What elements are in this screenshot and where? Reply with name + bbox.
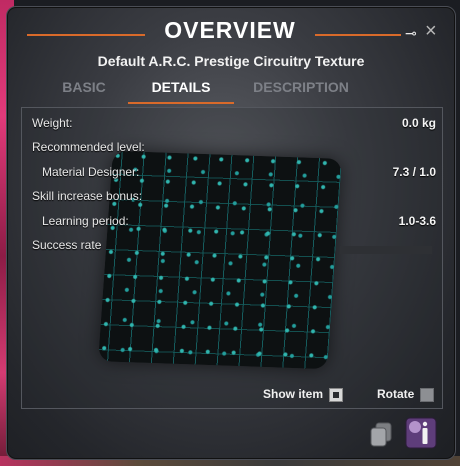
tab-description[interactable]: DESCRIPTION (245, 79, 357, 95)
show-item-checkbox[interactable] (329, 387, 344, 402)
title-accent-line-left (27, 34, 145, 36)
success-rate-bar (340, 246, 432, 254)
learning-period-label: Learning period: (42, 214, 129, 228)
skill-increase-label: Skill increase bonus: (32, 189, 143, 203)
material-designer-value: 7.3 / 1.0 (392, 165, 436, 179)
learning-period-row: Learning period: 1.0-3.6 (22, 214, 442, 234)
tab-bar: BASIC DETAILS DESCRIPTION (7, 79, 455, 105)
title-bar[interactable]: OVERVIEW ⊸ × (7, 17, 455, 51)
recommended-level-row: Recommended level: (22, 140, 442, 160)
item-name: Default A.R.C. Prestige Circuitry Textur… (97, 53, 365, 69)
show-item-control[interactable]: Show item (263, 387, 344, 405)
info-icon[interactable] (405, 417, 437, 449)
overview-window: OVERVIEW ⊸ × Default A.R.C. Prestige Cir… (6, 6, 456, 460)
window-title: OVERVIEW (164, 17, 296, 43)
rotate-control[interactable]: Rotate (377, 387, 435, 405)
weight-row: Weight: 0.0 kg (22, 116, 442, 136)
pin-icon[interactable]: ⊸ (405, 25, 421, 41)
recommended-level-label: Recommended level: (32, 140, 145, 154)
skill-increase-row: Skill increase bonus: (22, 189, 442, 209)
weight-value: 0.0 kg (401, 116, 436, 130)
rotate-label: Rotate (377, 387, 415, 401)
close-icon[interactable]: × (425, 21, 443, 41)
material-designer-label: Material Designer: (42, 165, 140, 179)
title-accent-line-right (315, 34, 401, 36)
active-tab-indicator (128, 102, 234, 104)
learning-period-value: 1.0-3.6 (398, 214, 436, 228)
weight-label: Weight: (32, 116, 73, 130)
success-rate-label: Success rate (32, 238, 102, 252)
details-panel: Weight: 0.0 kg Recommended level: Materi… (21, 107, 443, 409)
tab-basic[interactable]: BASIC (53, 79, 115, 95)
show-item-label: Show item (263, 387, 324, 401)
material-designer-row: Material Designer: 7.3 / 1.0 (22, 165, 442, 185)
tab-details[interactable]: DETAILS (128, 79, 234, 95)
copy-icon[interactable] (369, 421, 395, 449)
rotate-checkbox[interactable] (420, 387, 435, 402)
